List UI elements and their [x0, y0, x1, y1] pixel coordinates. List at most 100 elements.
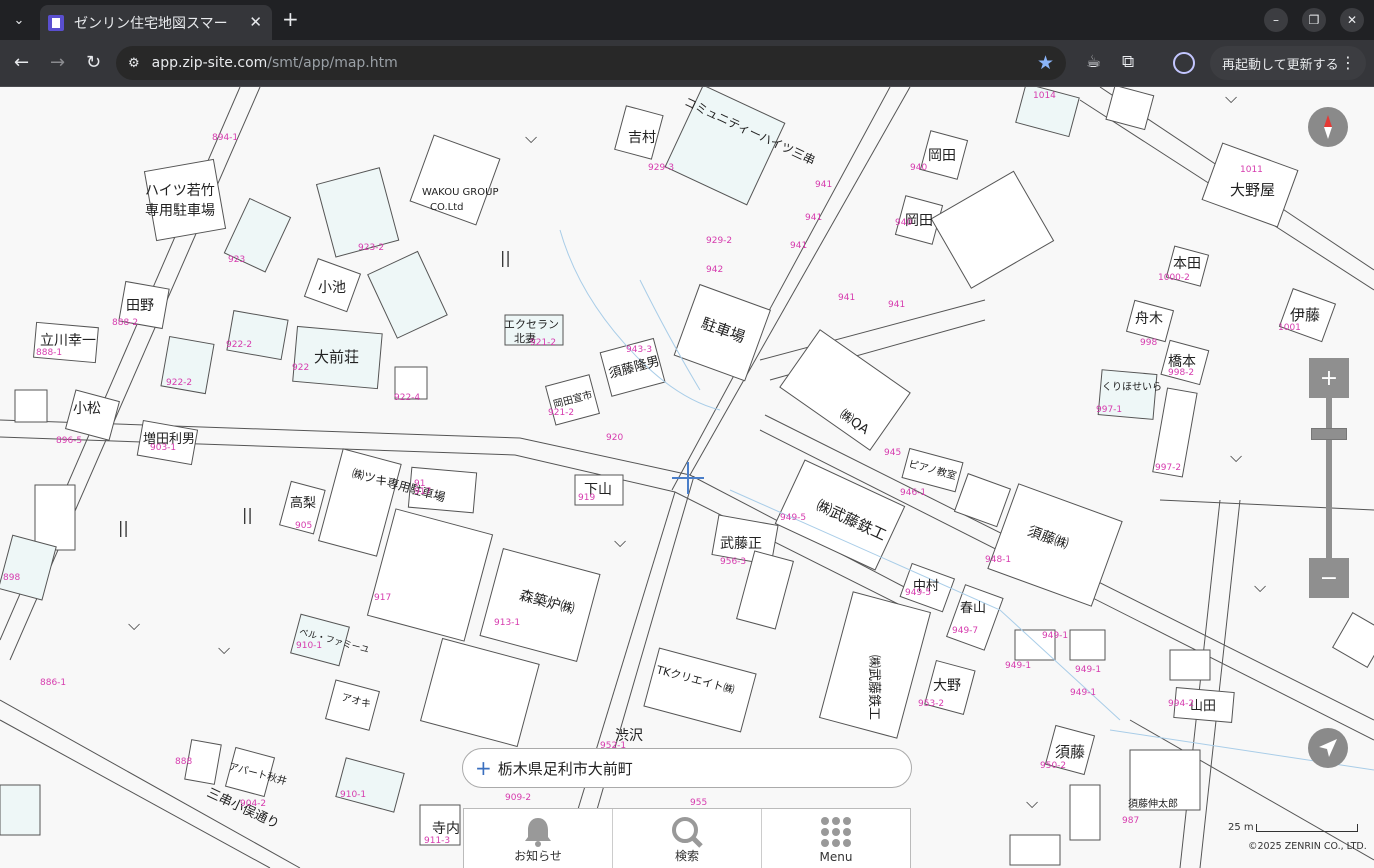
- svg-text:⌵: ⌵: [128, 615, 140, 634]
- svg-text:920: 920: [606, 433, 623, 443]
- map-label-honda: 本田: [1173, 256, 1201, 272]
- compass-north-icon[interactable]: [1308, 107, 1348, 147]
- svg-text:929-2: 929-2: [706, 236, 732, 246]
- svg-text:955: 955: [690, 798, 707, 808]
- svg-text:886-1: 886-1: [40, 678, 66, 688]
- svg-text:941: 941: [790, 241, 807, 251]
- close-tab-icon[interactable]: ✕: [249, 13, 262, 31]
- map-label-ito: 伊藤: [1290, 306, 1320, 324]
- svg-text:919: 919: [578, 493, 595, 503]
- map-label-takanashi: 高梨: [290, 495, 316, 511]
- zoom-out-button[interactable]: −: [1309, 558, 1349, 598]
- address-bar[interactable]: ⚙ app.zip-site.com/smt/app/map.htm ★: [116, 46, 1066, 80]
- nav-menu[interactable]: Menu: [762, 809, 910, 868]
- map-label-yoshimura: 吉村: [628, 130, 656, 146]
- svg-text:923: 923: [228, 255, 245, 265]
- svg-text:922-4: 922-4: [394, 393, 420, 403]
- map-label-oono-ya: 大野屋: [1230, 181, 1275, 199]
- svg-text:942: 942: [706, 265, 723, 275]
- svg-text:922-2: 922-2: [226, 340, 252, 350]
- nav-search[interactable]: 検索: [613, 809, 762, 868]
- svg-text:953-2: 953-2: [918, 699, 944, 709]
- svg-text:898: 898: [3, 573, 20, 583]
- update-restart-button[interactable]: 再起動して更新する ⋮: [1210, 46, 1366, 80]
- extension-icon[interactable]: ☕: [1086, 52, 1101, 72]
- svg-text:998-2: 998-2: [1168, 368, 1194, 378]
- svg-text:998: 998: [1140, 338, 1157, 348]
- map-label-ohno: 大野: [933, 678, 961, 694]
- svg-text:904-2: 904-2: [240, 799, 266, 809]
- svg-text:943-3: 943-3: [626, 345, 652, 355]
- site-info-icon[interactable]: ⚙: [128, 56, 140, 71]
- svg-text:941: 941: [805, 213, 822, 223]
- svg-text:911-3: 911-3: [424, 836, 450, 846]
- svg-text:956-3: 956-3: [720, 557, 746, 567]
- svg-text:945: 945: [884, 448, 901, 458]
- svg-text:888: 888: [175, 757, 192, 767]
- map-label-co-ltd: CO.Ltd: [430, 202, 463, 213]
- map-label-tano: 田野: [126, 298, 154, 314]
- svg-text:910-1: 910-1: [296, 641, 322, 651]
- map-label-teranouchi: 寺内: [432, 821, 460, 837]
- bell-icon: [525, 818, 551, 847]
- svg-text:903-1: 903-1: [150, 443, 176, 453]
- svg-text:923-2: 923-2: [358, 243, 384, 253]
- current-address: 栃木県足利市大前町: [497, 759, 633, 778]
- svg-text:1000-2: 1000-2: [1158, 273, 1190, 283]
- zoom-slider-handle[interactable]: [1311, 428, 1347, 440]
- svg-text:941: 941: [888, 300, 905, 310]
- nav-search-label: 検索: [674, 849, 699, 863]
- svg-text:905: 905: [295, 521, 312, 531]
- favicon-icon: [48, 14, 64, 31]
- svg-text:⌵: ⌵: [1230, 447, 1242, 466]
- svg-text:⌵: ⌵: [1026, 793, 1038, 812]
- svg-text:910-1: 910-1: [340, 790, 366, 800]
- zoom-slider-track[interactable]: [1326, 398, 1332, 558]
- magnifier-icon: [672, 817, 703, 848]
- scale-label: 25 m: [1228, 822, 1254, 833]
- svg-text:922: 922: [292, 363, 309, 373]
- svg-text:888-2: 888-2: [112, 318, 138, 328]
- address-search-bar[interactable]: + 栃木県足利市大前町: [462, 748, 912, 788]
- current-location-button[interactable]: [1308, 728, 1348, 768]
- reload-button[interactable]: ↻: [86, 52, 101, 74]
- svg-text:941: 941: [815, 180, 832, 190]
- back-button[interactable]: ←: [14, 52, 29, 74]
- svg-text:997-2: 997-2: [1155, 463, 1181, 473]
- crosshair-plus-icon: +: [475, 756, 492, 780]
- extensions-puzzle-icon[interactable]: ⧉: [1122, 52, 1134, 72]
- url-text: app.zip-site.com/smt/app/map.htm: [151, 55, 398, 71]
- bottom-nav: お知らせ 検索 Menu: [463, 808, 911, 868]
- svg-text:922-2: 922-2: [166, 378, 192, 388]
- zoom-in-button[interactable]: +: [1309, 358, 1349, 398]
- map-label-komatsu: 小松: [73, 401, 101, 417]
- svg-text:896-5: 896-5: [56, 436, 82, 446]
- map-label-funaki: 舟木: [1135, 311, 1163, 327]
- svg-text:||: ||: [500, 248, 511, 267]
- nav-menu-label: Menu: [819, 850, 853, 864]
- restore-button[interactable]: ❐: [1302, 8, 1326, 32]
- svg-text:888-1: 888-1: [36, 348, 62, 358]
- map-label-excellan: エクセラン: [504, 318, 559, 331]
- browser-tab-bar: ⌄ ゼンリン住宅地図スマー ✕ + – ❐ ✕: [0, 0, 1374, 40]
- svg-text:1001: 1001: [1278, 323, 1301, 333]
- svg-text:949-5: 949-5: [905, 588, 931, 598]
- grid-dots-icon: [821, 817, 851, 847]
- forward-button[interactable]: →: [50, 52, 65, 74]
- browser-tab[interactable]: ゼンリン住宅地図スマー ✕: [40, 5, 272, 40]
- svg-text:948-1: 948-1: [985, 555, 1011, 565]
- more-menu-icon[interactable]: ⋮: [1340, 53, 1356, 72]
- bookmark-star-icon[interactable]: ★: [1037, 52, 1054, 74]
- close-window-button[interactable]: ✕: [1340, 8, 1364, 32]
- svg-text:917: 917: [374, 593, 391, 603]
- minimize-button[interactable]: –: [1264, 8, 1288, 32]
- svg-text:949-5: 949-5: [780, 513, 806, 523]
- tab-search-button[interactable]: ⌄: [6, 8, 32, 32]
- svg-text:949-7: 949-7: [952, 626, 978, 636]
- svg-text:949-1: 949-1: [1042, 631, 1068, 641]
- svg-text:1011: 1011: [1240, 165, 1263, 175]
- profile-avatar-icon[interactable]: [1173, 52, 1195, 74]
- svg-text:||: ||: [242, 505, 253, 524]
- new-tab-button[interactable]: +: [282, 9, 299, 29]
- nav-notice[interactable]: お知らせ: [464, 809, 613, 868]
